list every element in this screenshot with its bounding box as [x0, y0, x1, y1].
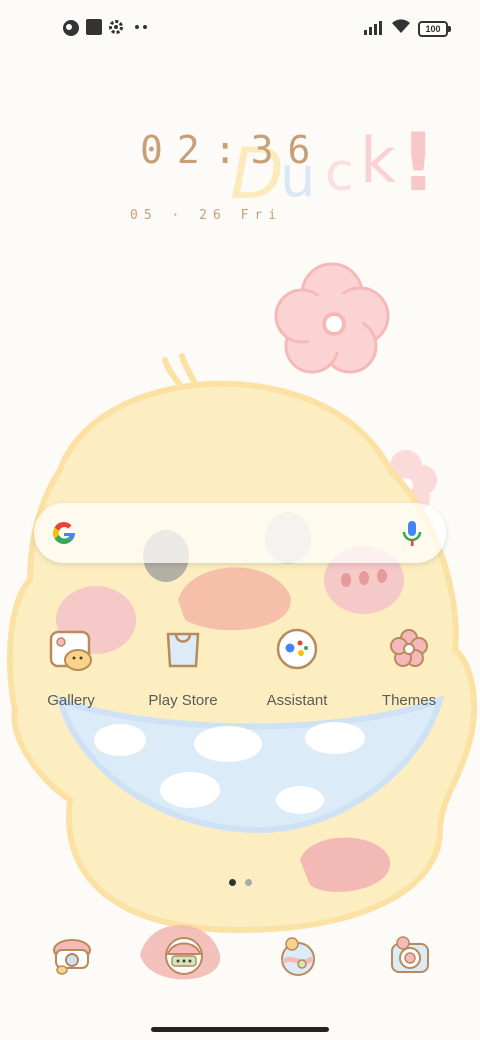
- google-search-bar[interactable]: [34, 503, 446, 563]
- app-play-store[interactable]: Play Store: [128, 628, 238, 709]
- app-gallery[interactable]: Gallery: [16, 628, 126, 709]
- theme-icon: [63, 20, 79, 36]
- signal-icon: [364, 21, 382, 35]
- wallpaper-exclaim: !: [400, 116, 436, 209]
- wallpaper-letter-c: c: [325, 143, 354, 203]
- messages-icon[interactable]: [162, 934, 206, 978]
- clock-date[interactable]: 05 · 26 Fri: [130, 208, 282, 223]
- page-indicator-inactive: [245, 879, 252, 886]
- microphone-icon[interactable]: [402, 520, 422, 548]
- more-dots-icon: [135, 25, 147, 29]
- wifi-icon: [392, 19, 410, 33]
- clock-time[interactable]: 02:36: [140, 128, 324, 172]
- themes-icon: [390, 629, 428, 667]
- app-assistant[interactable]: Assistant: [242, 628, 352, 709]
- settings-icon: [109, 20, 123, 34]
- google-logo-icon: [53, 522, 75, 544]
- wallpaper-letter-k: k: [360, 124, 396, 197]
- app-label-play-store: Play Store: [148, 692, 218, 709]
- app-label-themes: Themes: [381, 692, 437, 709]
- browser-icon[interactable]: [276, 934, 320, 978]
- camera-icon[interactable]: [388, 934, 432, 978]
- gesture-navigation-handle[interactable]: [151, 1027, 329, 1032]
- play-store-icon: [166, 632, 200, 668]
- status-bar: 100: [0, 0, 480, 56]
- page-indicator-active: [229, 879, 236, 886]
- gallery-icon: [49, 630, 92, 671]
- app-label-gallery: Gallery: [47, 692, 95, 709]
- assistant-icon: [276, 628, 318, 670]
- wallpaper-flower-large: [274, 262, 390, 374]
- square-icon: [86, 19, 102, 35]
- battery-icon: 100: [418, 21, 451, 37]
- phone-icon[interactable]: [50, 934, 94, 978]
- app-themes[interactable]: Themes: [354, 628, 464, 709]
- app-label-assistant: Assistant: [266, 692, 328, 709]
